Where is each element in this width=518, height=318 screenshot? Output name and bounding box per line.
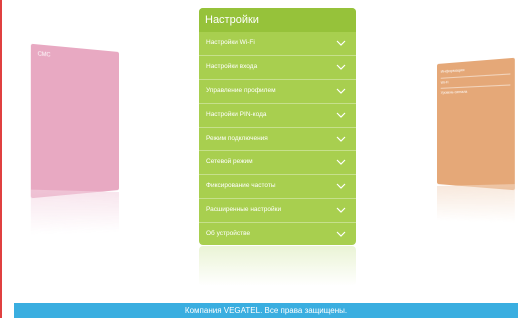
settings-panel-reflection	[199, 246, 356, 286]
settings-item-label: Управление профилем	[206, 86, 276, 94]
settings-item-label: Настройки Wi-Fi	[206, 39, 255, 46]
settings-item-pin[interactable]: Настройки PIN-кода	[199, 104, 356, 128]
settings-panel: Настройки Настройки Wi-Fi Настройки вход…	[199, 8, 356, 245]
settings-item-label: Сетевой режим	[206, 158, 253, 166]
settings-item-label: Настройки входа	[206, 62, 258, 70]
settings-item-label: Об устройстве	[206, 230, 251, 238]
settings-item-label: Фиксирование частоты	[206, 182, 276, 190]
chevron-down-icon	[336, 112, 346, 118]
info-card[interactable]: Информация Wi-Fi Уровень сигнала	[437, 57, 515, 191]
info-card-reflection	[437, 184, 515, 223]
page-edge-accent	[0, 0, 2, 318]
chevron-down-icon	[336, 183, 346, 190]
chevron-down-icon	[336, 231, 346, 237]
settings-item-label: Расширенные настройки	[206, 206, 282, 214]
info-card-divider	[440, 84, 511, 89]
chevron-down-icon	[336, 207, 346, 214]
sms-card-reflection	[30, 189, 120, 235]
settings-item-advanced[interactable]: Расширенные настройки	[199, 199, 356, 224]
chevron-down-icon	[336, 64, 346, 70]
settings-item-wifi[interactable]: Настройки Wi-Fi	[199, 32, 356, 56]
settings-panel-title: Настройки	[199, 8, 356, 32]
chevron-down-icon	[336, 40, 346, 46]
info-card-row-label: Уровень сигнала	[440, 89, 468, 95]
info-card-divider	[440, 73, 511, 79]
settings-item-login[interactable]: Настройки входа	[199, 56, 356, 80]
footer-copyright: Компания VEGATEL. Все права защищены.	[14, 303, 518, 318]
settings-item-frequency-lock[interactable]: Фиксирование частоты	[199, 175, 356, 200]
settings-item-about[interactable]: Об устройстве	[199, 223, 356, 245]
sms-card-title: СМС	[37, 51, 51, 59]
settings-item-profile[interactable]: Управление профилем	[199, 80, 356, 104]
sms-card[interactable]: СМС	[30, 43, 120, 199]
settings-menu: Настройки Wi-Fi Настройки входа Управлен…	[199, 32, 356, 245]
info-card-row-label: Wi-Fi	[440, 80, 449, 85]
settings-item-connection-mode[interactable]: Режим подключения	[199, 128, 356, 152]
settings-item-network-mode[interactable]: Сетевой режим	[199, 151, 356, 176]
chevron-down-icon	[336, 88, 346, 94]
chevron-down-icon	[336, 136, 346, 142]
settings-item-label: Режим подключения	[206, 134, 268, 142]
info-card-title: Информация	[440, 66, 465, 74]
settings-item-label: Настройки PIN-кода	[206, 110, 267, 118]
chevron-down-icon	[336, 160, 346, 166]
